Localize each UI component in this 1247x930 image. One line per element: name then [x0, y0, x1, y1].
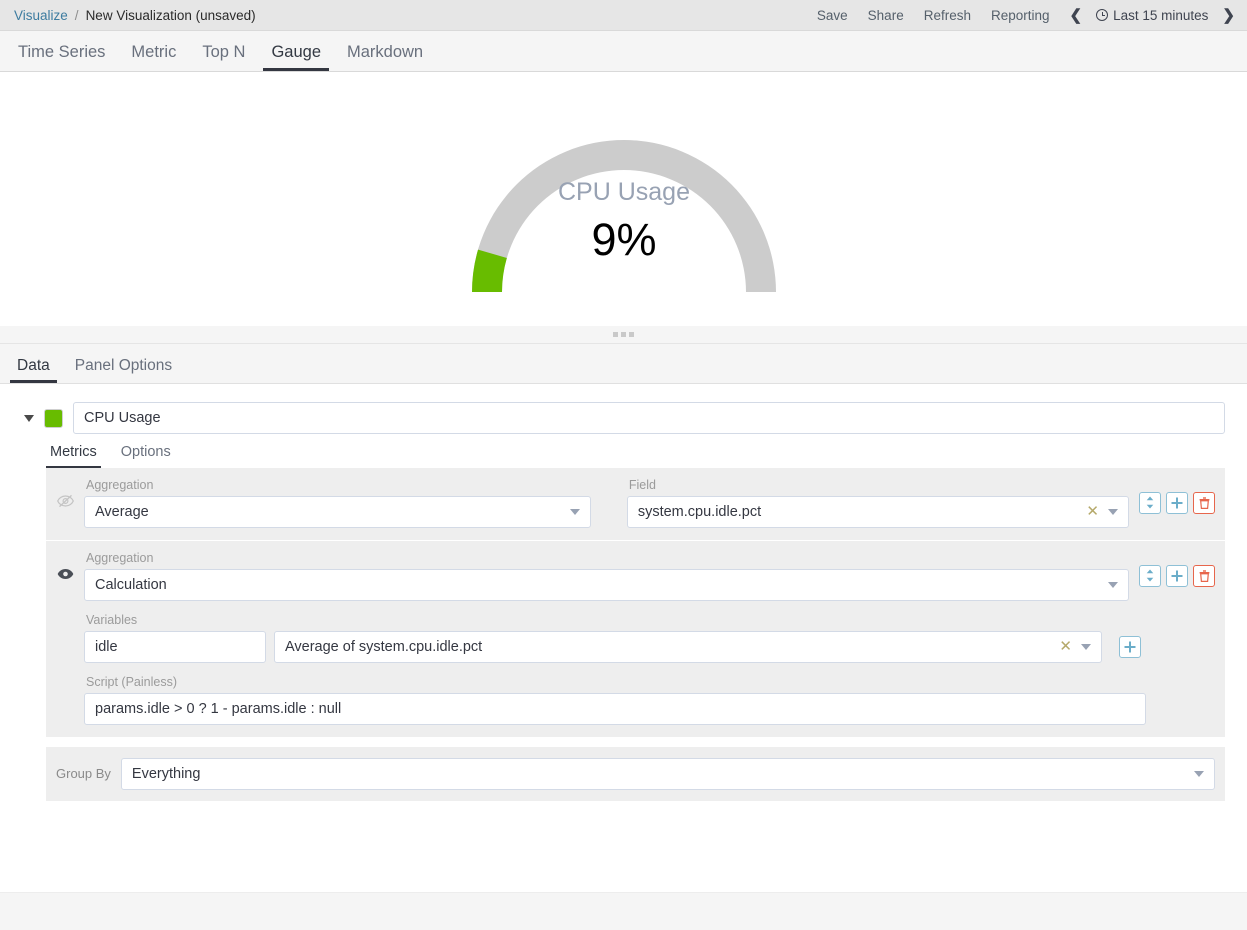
- gauge-title-label: CPU Usage: [558, 178, 690, 206]
- eye-icon[interactable]: [56, 567, 74, 581]
- tab-gauge[interactable]: Gauge: [263, 44, 329, 72]
- reorder-button[interactable]: [1139, 492, 1161, 514]
- script-input[interactable]: [84, 693, 1146, 725]
- resize-dot: [613, 332, 618, 337]
- breadcrumb-separator: /: [75, 8, 79, 23]
- editor-body: Metrics Options Aggregation: [0, 384, 1247, 862]
- time-picker: ❮ Last 15 minutes ❯: [1070, 8, 1235, 23]
- series-color-swatch[interactable]: [44, 409, 63, 428]
- breadcrumb: Visualize / New Visualization (unsaved): [14, 8, 256, 23]
- subtab-options[interactable]: Options: [117, 445, 175, 468]
- previous-time-chevron-icon[interactable]: ❮: [1070, 8, 1083, 23]
- plus-icon: [1171, 497, 1183, 509]
- gauge-value-label: 9%: [591, 214, 656, 265]
- reorder-icon: [1145, 496, 1155, 509]
- painless-script-section: Script (Painless): [84, 675, 1215, 725]
- delete-aggregation-button[interactable]: [1193, 492, 1215, 514]
- tab-metric[interactable]: Metric: [123, 44, 184, 72]
- top-navigation-actions: Save Share Refresh Reporting ❮ Last 15 m…: [817, 8, 1235, 23]
- aggregation-row: Aggregation Field ✕: [46, 468, 1225, 541]
- resize-dot: [629, 332, 634, 337]
- tab-panel-options[interactable]: Panel Options: [68, 358, 179, 384]
- eye-slash-icon[interactable]: [56, 494, 74, 508]
- aggregations-list: Aggregation Field ✕: [46, 468, 1225, 738]
- clock-icon: [1096, 9, 1108, 21]
- reorder-icon: [1145, 569, 1155, 582]
- tab-time-series[interactable]: Time Series: [10, 44, 113, 72]
- share-button[interactable]: Share: [868, 8, 904, 23]
- delete-aggregation-button[interactable]: [1193, 565, 1215, 587]
- gauge-svg: CPU Usage 9%: [414, 72, 834, 326]
- series-subtabs: Metrics Options: [46, 445, 1225, 468]
- next-time-chevron-icon[interactable]: ❯: [1222, 8, 1235, 23]
- collapse-caret-icon[interactable]: [24, 415, 34, 422]
- group-by-label: Group By: [56, 766, 111, 781]
- eye-slash-glyph: [57, 494, 74, 508]
- field-select[interactable]: [627, 496, 1129, 528]
- aggregation-select[interactable]: [84, 496, 591, 528]
- tab-top-n[interactable]: Top N: [194, 44, 253, 72]
- plus-icon: [1124, 641, 1136, 653]
- editor-footer-spacer: [0, 862, 1247, 892]
- trash-icon: [1199, 570, 1210, 582]
- panel-resize-handle[interactable]: [0, 326, 1247, 343]
- series-header: [22, 402, 1225, 434]
- aggregation-label: Aggregation: [86, 478, 591, 492]
- breadcrumb-visualize-link[interactable]: Visualize: [14, 8, 68, 23]
- page-footer: [0, 892, 1247, 930]
- refresh-button[interactable]: Refresh: [924, 8, 971, 23]
- clear-variable-icon[interactable]: ✕: [1059, 638, 1072, 656]
- aggregation-row-actions: [1139, 565, 1215, 587]
- trash-icon: [1199, 497, 1210, 509]
- reorder-button[interactable]: [1139, 565, 1161, 587]
- time-range-label: Last 15 minutes: [1113, 8, 1208, 23]
- variable-name-input[interactable]: [84, 631, 266, 663]
- editor-panel: Data Panel Options Metrics Options: [0, 343, 1247, 862]
- aggregation-label: Aggregation: [86, 551, 1129, 565]
- add-aggregation-button[interactable]: [1166, 492, 1188, 514]
- field-label: Field: [629, 478, 1129, 492]
- visualization-preview-panel: CPU Usage 9%: [0, 72, 1247, 326]
- save-button[interactable]: Save: [817, 8, 848, 23]
- group-by-row: Group By: [46, 747, 1225, 801]
- time-range-button[interactable]: Last 15 minutes: [1096, 8, 1208, 23]
- aggregation-row-actions: [1139, 492, 1215, 514]
- resize-dot: [621, 332, 626, 337]
- add-variable-button[interactable]: [1119, 636, 1141, 658]
- variable-metric-select[interactable]: [274, 631, 1102, 663]
- eye-glyph: [57, 567, 74, 581]
- clear-field-icon[interactable]: ✕: [1086, 503, 1099, 521]
- visualization-type-tabs: Time Series Metric Top N Gauge Markdown: [0, 31, 1247, 72]
- aggregation-select[interactable]: [84, 569, 1129, 601]
- script-label: Script (Painless): [86, 675, 1215, 689]
- add-aggregation-button[interactable]: [1166, 565, 1188, 587]
- plus-icon: [1171, 570, 1183, 582]
- breadcrumb-current-title: New Visualization (unsaved): [86, 8, 256, 23]
- aggregation-row: Aggregation: [46, 541, 1225, 738]
- group-by-select[interactable]: [121, 758, 1215, 790]
- tab-markdown[interactable]: Markdown: [339, 44, 431, 72]
- subtab-metrics[interactable]: Metrics: [46, 445, 101, 468]
- gauge-chart: CPU Usage 9%: [0, 72, 1247, 326]
- top-navigation-bar: Visualize / New Visualization (unsaved) …: [0, 0, 1247, 31]
- variables-label: Variables: [86, 613, 1215, 627]
- reporting-button[interactable]: Reporting: [991, 8, 1050, 23]
- calculation-variables-section: Variables ✕: [84, 613, 1215, 663]
- series-label-input[interactable]: [73, 402, 1225, 434]
- tab-data[interactable]: Data: [10, 358, 57, 384]
- editor-tabs: Data Panel Options: [0, 344, 1247, 384]
